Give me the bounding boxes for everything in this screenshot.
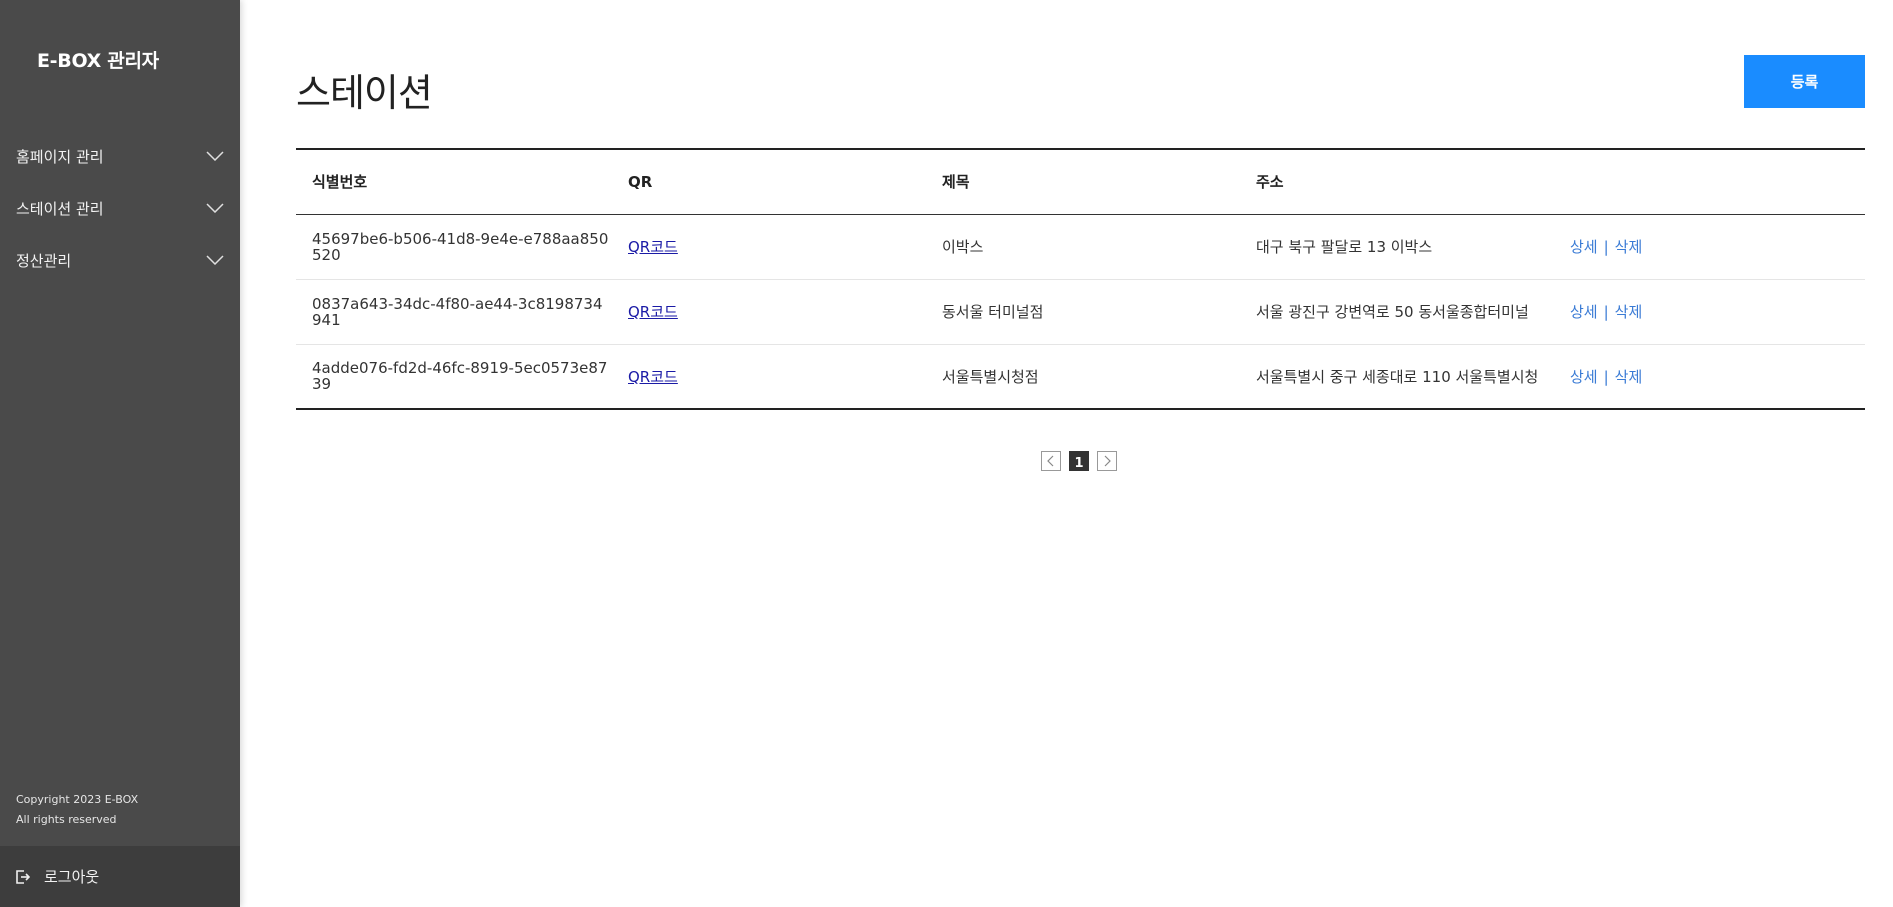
separator: |: [1603, 238, 1609, 256]
qr-code-link[interactable]: QR코드: [628, 368, 678, 386]
column-header-address: 주소: [1240, 149, 1554, 215]
next-page-button[interactable]: [1097, 451, 1117, 471]
station-table: 식별번호 QR 제목 주소 45697be6-b506-41d8-9e4e-e7…: [296, 148, 1865, 410]
logout-label: 로그아웃: [44, 868, 100, 886]
page-number-current[interactable]: 1: [1069, 451, 1089, 471]
detail-link[interactable]: 상세: [1570, 303, 1598, 321]
delete-link[interactable]: 삭제: [1615, 368, 1643, 386]
station-id: 0837a643-34dc-4f80-ae44-3c8198734941: [312, 294, 603, 329]
station-address: 대구 북구 팔달로 13 이박스: [1240, 214, 1554, 280]
logout-button[interactable]: 로그아웃: [0, 846, 240, 907]
station-address: 서울 광진구 강변역로 50 동서울종합터미널: [1240, 279, 1554, 345]
qr-code-link[interactable]: QR코드: [628, 303, 678, 321]
separator: |: [1603, 303, 1609, 321]
sidebar: E-BOX 관리자 홈페이지 관리 스테이션 관리 정산관리 Copyright…: [0, 0, 240, 907]
sidebar-item-label: 홈페이지 관리: [16, 147, 104, 166]
column-header-qr: QR: [612, 149, 926, 215]
register-button[interactable]: 등록: [1744, 55, 1865, 108]
main-content: 스테이션 등록 식별번호 QR 제목 주소 45697be6-b506-41d8…: [296, 0, 1865, 907]
station-title: 이박스: [926, 214, 1240, 280]
station-id: 4adde076-fd2d-46fc-8919-5ec0573e8739: [312, 359, 608, 394]
table-header-row: 식별번호 QR 제목 주소: [296, 149, 1865, 215]
table-row: 4adde076-fd2d-46fc-8919-5ec0573e8739 QR코…: [296, 344, 1865, 409]
table-row: 0837a643-34dc-4f80-ae44-3c8198734941 QR코…: [296, 279, 1865, 345]
copyright: Copyright 2023 E-BOX All rights reserved: [16, 790, 138, 830]
qr-code-link[interactable]: QR코드: [628, 238, 678, 256]
chevron-down-icon: [206, 203, 224, 213]
column-header-id: 식별번호: [296, 149, 612, 215]
station-address: 서울특별시 중구 세종대로 110 서울특별시청: [1256, 367, 1539, 386]
prev-page-button[interactable]: [1041, 451, 1061, 471]
detail-link[interactable]: 상세: [1570, 238, 1598, 256]
chevron-down-icon: [206, 151, 224, 161]
chevron-right-icon: [1104, 455, 1111, 467]
logout-icon: [16, 869, 30, 884]
separator: |: [1603, 367, 1609, 386]
row-actions: 상세 | 삭제: [1554, 344, 1865, 409]
table-row: 45697be6-b506-41d8-9e4e-e788aa850520 QR코…: [296, 214, 1865, 280]
chevron-left-icon: [1047, 455, 1054, 467]
delete-link[interactable]: 삭제: [1615, 303, 1643, 321]
delete-link[interactable]: 삭제: [1615, 238, 1643, 256]
sidebar-item-homepage[interactable]: 홈페이지 관리: [0, 130, 240, 182]
column-header-actions: [1554, 149, 1865, 215]
station-title: 서울특별시청점: [942, 367, 1039, 386]
brand-title: E-BOX 관리자: [37, 50, 159, 72]
sidebar-item-settlement[interactable]: 정산관리: [0, 234, 240, 286]
pagination: 1: [1041, 451, 1117, 471]
station-title: 동서울 터미널점: [926, 279, 1240, 345]
sidebar-menu: 홈페이지 관리 스테이션 관리 정산관리: [0, 130, 240, 286]
row-actions: 상세 | 삭제: [1554, 214, 1865, 280]
chevron-down-icon: [206, 255, 224, 265]
sidebar-item-station[interactable]: 스테이션 관리: [0, 182, 240, 234]
station-id: 45697be6-b506-41d8-9e4e-e788aa850520: [312, 229, 609, 264]
copyright-line: All rights reserved: [16, 813, 117, 826]
sidebar-item-label: 스테이션 관리: [16, 199, 104, 218]
copyright-line: Copyright 2023 E-BOX: [16, 793, 139, 806]
column-header-title: 제목: [926, 149, 1240, 215]
sidebar-item-label: 정산관리: [16, 251, 72, 270]
detail-link[interactable]: 상세: [1570, 368, 1598, 386]
page-title: 스테이션: [296, 71, 433, 115]
row-actions: 상세 | 삭제: [1554, 279, 1865, 345]
